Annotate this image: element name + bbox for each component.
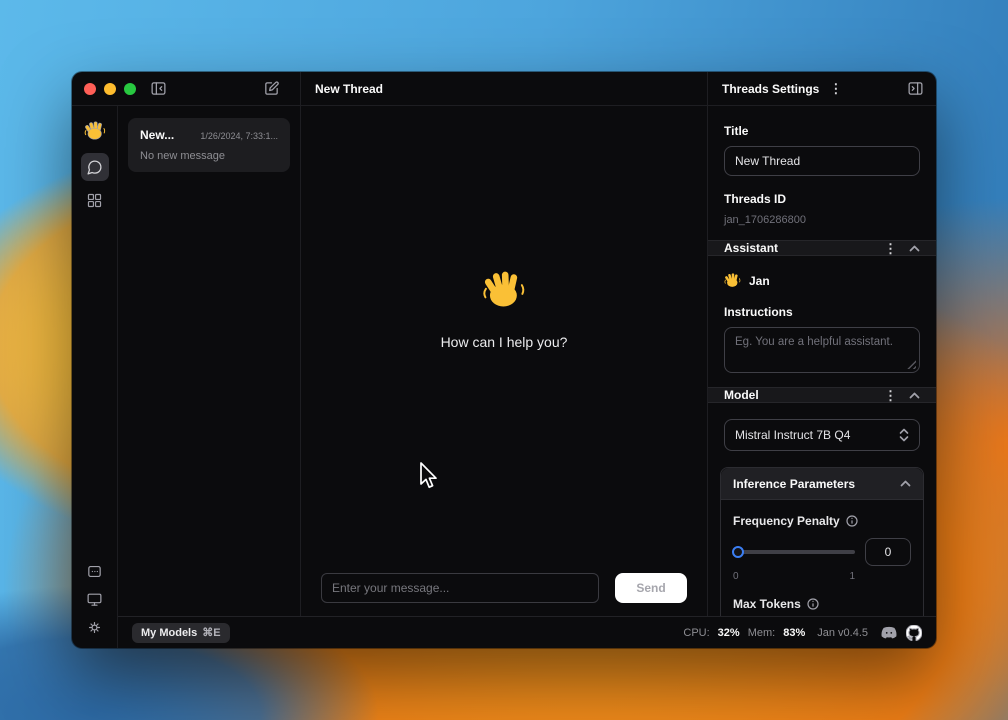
slider-max-label: 1: [849, 571, 855, 582]
inference-collapse-chevron-icon[interactable]: [900, 480, 911, 487]
model-header-label: Model: [724, 388, 759, 402]
thread-list: New... 1/26/2024, 7:33:1... No new messa…: [118, 106, 300, 616]
status-metrics: CPU: 32% Mem: 83% Jan v0.4.5: [683, 625, 922, 641]
cpu-label: CPU:: [683, 627, 709, 639]
status-bar: My Models ⌘E CPU: 32% Mem: 83% Jan v0.4.…: [118, 616, 936, 648]
my-models-shortcut: ⌘E: [202, 626, 220, 639]
thread-item-title: New...: [140, 128, 174, 142]
instructions-placeholder: Eg. You are a helpful assistant.: [735, 336, 893, 348]
jan-app-window: New Thread Threads Settings ⋮: [72, 72, 936, 648]
cpu-value: 32%: [718, 627, 740, 639]
local-api-server-icon[interactable]: [86, 563, 103, 580]
inference-header-label: Inference Parameters: [733, 477, 855, 491]
resize-handle[interactable]: [907, 360, 916, 369]
sidebar-item-chat[interactable]: [81, 153, 109, 181]
threads-settings-panel: Title Threads ID jan_1706286800 Assistan…: [708, 106, 936, 616]
left-icon-rail: [72, 106, 118, 648]
chat-main: How can I help you? Send: [300, 106, 708, 616]
empty-chat-greeting: How can I help you?: [301, 82, 707, 536]
threads-id-value: jan_1706286800: [724, 214, 920, 226]
my-models-button[interactable]: My Models ⌘E: [132, 623, 230, 643]
wave-hand-icon: [482, 268, 526, 312]
threads-settings-menu-icon[interactable]: ⋮: [829, 82, 842, 95]
github-icon[interactable]: [906, 625, 922, 641]
assistant-header-label: Assistant: [724, 241, 778, 255]
collapse-left-panel-icon[interactable]: [150, 80, 167, 97]
instructions-textarea[interactable]: Eg. You are a helpful assistant.: [724, 327, 920, 373]
model-section-header[interactable]: Model ⋮: [708, 387, 936, 403]
model-select[interactable]: Mistral Instruct 7B Q4: [724, 419, 920, 451]
system-monitor-icon[interactable]: [86, 591, 103, 608]
collapse-right-panel-icon[interactable]: [907, 80, 924, 97]
instructions-label: Instructions: [724, 305, 920, 319]
select-updown-icon: [899, 428, 909, 442]
grid-icon: [86, 192, 103, 209]
max-tokens-label: Max Tokens: [733, 597, 801, 611]
model-selected-value: Mistral Instruct 7B Q4: [735, 428, 850, 442]
frequency-penalty-label: Frequency Penalty: [733, 514, 840, 528]
frequency-penalty-param: Frequency Penalty: [733, 514, 911, 582]
inference-parameters-header[interactable]: Inference Parameters: [721, 468, 923, 500]
slider-min-label: 0: [733, 571, 739, 582]
chat-bubble-icon: [86, 159, 103, 176]
threads-settings-title: Threads Settings: [722, 82, 819, 96]
assistant-section-header[interactable]: Assistant ⋮: [708, 240, 936, 256]
title-label: Title: [724, 124, 920, 138]
thread-item-date: 1/26/2024, 7:33:1...: [200, 131, 278, 141]
inference-parameters-card: Inference Parameters Frequency Penalty: [720, 467, 924, 616]
close-window-button[interactable]: [84, 83, 96, 95]
info-icon: [807, 598, 819, 610]
assistant-name: Jan: [749, 274, 770, 288]
model-menu-icon[interactable]: ⋮: [884, 389, 897, 402]
rail-bottom: [86, 563, 103, 636]
send-button[interactable]: Send: [615, 573, 687, 603]
greeting-text: How can I help you?: [441, 334, 568, 350]
thread-item-preview: No new message: [140, 150, 278, 162]
assistant-identity: Jan: [724, 272, 920, 289]
mem-label: Mem:: [748, 627, 776, 639]
new-thread-icon[interactable]: [263, 80, 280, 97]
minimize-window-button[interactable]: [104, 83, 116, 95]
max-tokens-param: Max Tokens: [733, 597, 911, 616]
titlebar-left: [72, 72, 300, 105]
assistant-menu-icon[interactable]: ⋮: [884, 242, 897, 255]
frequency-penalty-value[interactable]: 0: [865, 538, 911, 566]
slider-thumb[interactable]: [732, 546, 744, 558]
my-models-label: My Models: [141, 627, 197, 639]
zoom-window-button[interactable]: [124, 83, 136, 95]
jan-assistant-icon[interactable]: [84, 120, 106, 142]
threads-id-label: Threads ID: [724, 192, 920, 206]
sidebar-item-hub[interactable]: [86, 192, 103, 209]
frequency-penalty-slider[interactable]: [733, 546, 855, 558]
info-icon: [846, 515, 858, 527]
message-input-row: Send: [301, 560, 707, 616]
thread-list-item[interactable]: New... 1/26/2024, 7:33:1... No new messa…: [128, 118, 290, 172]
assistant-avatar-icon: [724, 272, 741, 289]
assistant-collapse-chevron-icon[interactable]: [909, 245, 920, 252]
traffic-lights: [84, 83, 136, 95]
thread-title-input[interactable]: [724, 146, 920, 176]
mem-value: 83%: [783, 627, 805, 639]
titlebar-right: Threads Settings ⋮: [708, 72, 936, 105]
app-version: Jan v0.4.5: [817, 627, 868, 639]
model-collapse-chevron-icon[interactable]: [909, 392, 920, 399]
discord-icon[interactable]: [880, 626, 898, 640]
settings-gear-icon[interactable]: [86, 619, 103, 636]
message-input[interactable]: [321, 573, 599, 603]
